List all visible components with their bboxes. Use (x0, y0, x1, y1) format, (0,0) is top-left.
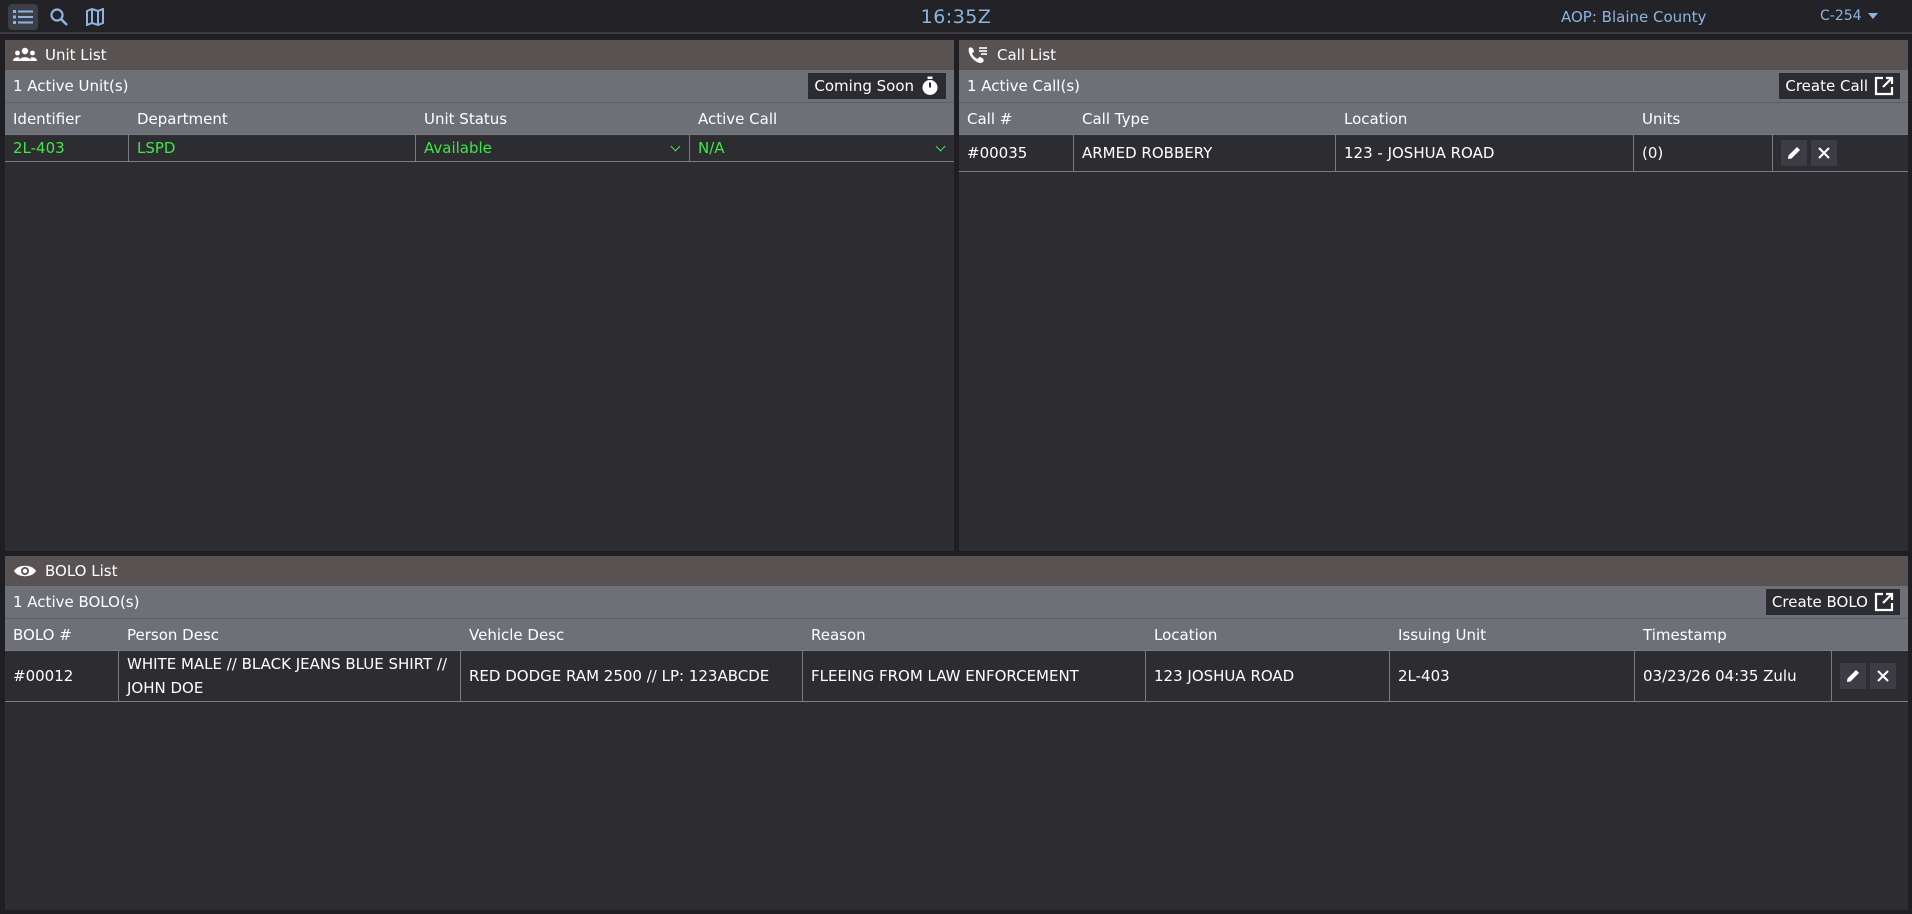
bolo-vehicle-desc: RED DODGE RAM 2500 // LP: 123ABCDE (461, 651, 803, 701)
panel-title: BOLO List (45, 562, 118, 580)
column-header: Issuing Unit (1398, 625, 1487, 644)
column-header: Call Type (1082, 109, 1150, 128)
bolo-table-header: BOLO # Person Desc Vehicle Desc Reason L… (5, 618, 1908, 650)
unit-list-panel: Unit List 1 Active Unit(s) Coming Soon I… (5, 40, 954, 551)
edit-call-button[interactable] (1781, 140, 1807, 166)
unit-list-subheader: 1 Active Unit(s) Coming Soon (5, 70, 954, 102)
column-header: Reason (811, 625, 866, 644)
user-menu[interactable]: C-254 (1820, 8, 1878, 24)
delete-call-button[interactable] (1811, 140, 1837, 166)
bolo-actions (1832, 651, 1908, 701)
chevron-down-icon (935, 141, 946, 151)
call-type: ARMED ROBBERY (1074, 135, 1336, 171)
column-header: Person Desc (127, 625, 220, 644)
close-icon (1877, 670, 1889, 682)
call-units: (0) (1634, 135, 1773, 171)
bolo-reason: FLEEING FROM LAW ENFORCEMENT (803, 651, 1146, 701)
table-row[interactable]: #00035 ARMED ROBBERY 123 - JOSHUA ROAD (… (959, 134, 1908, 172)
external-link-icon (1874, 592, 1894, 612)
bolo-list-title-bar: BOLO List (5, 556, 1908, 586)
unit-status-value: Available (424, 139, 492, 157)
call-location: 123 - JOSHUA ROAD (1336, 135, 1634, 171)
panel-title: Call List (997, 46, 1056, 64)
bolo-person-desc: WHITE MALE // BLACK JEANS BLUE SHIRT // … (119, 651, 461, 701)
edit-bolo-button[interactable] (1840, 663, 1866, 689)
call-list-subheader: 1 Active Call(s) Create Call (959, 70, 1908, 102)
create-call-button[interactable]: Create Call (1779, 73, 1900, 99)
coming-soon-label: Coming Soon (814, 77, 914, 95)
user-callsign: C-254 (1820, 8, 1862, 24)
column-header: Call # (967, 109, 1013, 128)
stopwatch-icon (922, 76, 938, 95)
table-row[interactable]: #00012 WHITE MALE // BLACK JEANS BLUE SH… (5, 650, 1908, 702)
unit-list-title-bar: Unit List (5, 40, 954, 70)
chevron-down-icon (670, 141, 681, 151)
column-header: Location (1154, 625, 1218, 644)
unit-department: LSPD (129, 135, 416, 161)
column-header: Units (1642, 109, 1681, 128)
column-header: BOLO # (13, 625, 72, 644)
create-bolo-label: Create BOLO (1771, 593, 1868, 611)
pencil-icon (1788, 147, 1800, 159)
call-table-header: Call # Call Type Location Units (959, 102, 1908, 134)
call-list-panel: Call List 1 Active Call(s) Create Call C… (959, 40, 1908, 551)
delete-bolo-button[interactable] (1870, 663, 1896, 689)
active-call-count: 1 Active Call(s) (967, 77, 1080, 95)
panel-title: Unit List (45, 46, 107, 64)
top-navbar: 16:35Z AOP: Blaine County C-254 (0, 0, 1912, 34)
column-header: Location (1344, 109, 1408, 128)
pencil-icon (1847, 670, 1859, 682)
phone-icon (968, 47, 987, 63)
column-header: Active Call (698, 109, 778, 128)
unit-identifier: 2L-403 (5, 135, 129, 161)
users-icon (13, 47, 37, 61)
bolo-location: 123 JOSHUA ROAD (1146, 651, 1390, 701)
close-icon (1818, 147, 1830, 159)
table-row[interactable]: 2L-403 LSPD Available N/A (5, 134, 954, 162)
active-bolo-count: 1 Active BOLO(s) (13, 593, 140, 611)
column-header: Identifier (13, 109, 81, 128)
bolo-list-panel: BOLO List 1 Active BOLO(s) Create BOLO B… (5, 556, 1908, 910)
create-bolo-button[interactable]: Create BOLO (1765, 589, 1900, 615)
bolo-timestamp: 03/23/26 04:35 Zulu (1635, 651, 1832, 701)
column-header: Vehicle Desc (469, 625, 565, 644)
eye-icon (14, 565, 36, 577)
call-number: #00035 (959, 135, 1074, 171)
coming-soon-button[interactable]: Coming Soon (808, 73, 946, 99)
bolo-issuing-unit: 2L-403 (1390, 651, 1635, 701)
call-actions (1773, 135, 1908, 171)
external-link-icon (1874, 76, 1894, 96)
column-header: Timestamp (1643, 625, 1727, 644)
column-header: Unit Status (424, 109, 508, 128)
unit-table-header: Identifier Department Unit Status Active… (5, 102, 954, 134)
active-unit-count: 1 Active Unit(s) (13, 77, 129, 95)
bolo-list-subheader: 1 Active BOLO(s) Create BOLO (5, 586, 1908, 618)
active-call-value: N/A (698, 139, 725, 157)
create-call-label: Create Call (1785, 77, 1868, 95)
aop-label: AOP: Blaine County (1561, 8, 1707, 26)
caret-down-icon (1867, 13, 1878, 19)
bolo-number: #00012 (5, 651, 119, 701)
active-call-select[interactable]: N/A (690, 135, 954, 161)
call-list-title-bar: Call List (959, 40, 1908, 70)
column-header: Department (137, 109, 228, 128)
unit-status-select[interactable]: Available (416, 135, 690, 161)
